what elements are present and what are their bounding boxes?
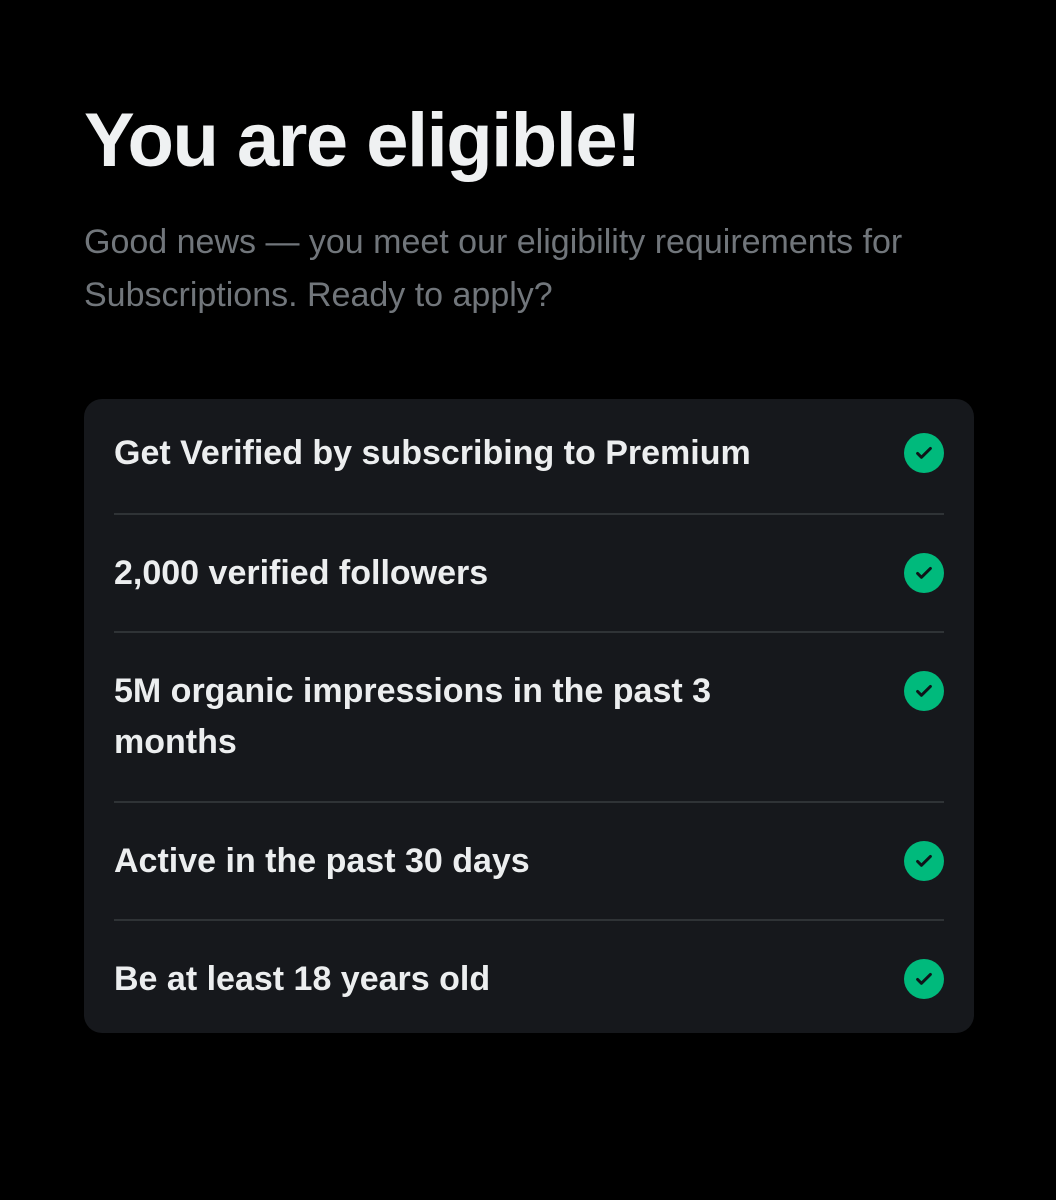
page-title: You are eligible! [84, 98, 641, 183]
requirement-label: 5M organic impressions in the past 3 mon… [114, 672, 712, 761]
page-subtitle: Good news — you meet our eligibility req… [84, 223, 903, 314]
check-circle-icon [904, 553, 944, 593]
requirement-label: Get Verified by subscribing to Premium [114, 434, 751, 472]
check-circle-icon [904, 841, 944, 881]
requirement-row: 2,000 verified followers [114, 515, 944, 633]
requirement-row: Get Verified by subscribing to Premium [114, 399, 944, 515]
check-circle-icon [904, 671, 944, 711]
check-circle-icon [904, 433, 944, 473]
requirement-label: 2,000 verified followers [114, 554, 489, 592]
requirement-row: Be at least 18 years old [114, 921, 944, 1033]
requirements-card: Get Verified by subscribing to Premium 2… [84, 399, 974, 1033]
requirement-label: Be at least 18 years old [114, 960, 491, 998]
requirement-label: Active in the past 30 days [114, 842, 530, 880]
requirement-row: 5M organic impressions in the past 3 mon… [114, 633, 944, 803]
check-circle-icon [904, 959, 944, 999]
requirement-row: Active in the past 30 days [114, 803, 944, 921]
